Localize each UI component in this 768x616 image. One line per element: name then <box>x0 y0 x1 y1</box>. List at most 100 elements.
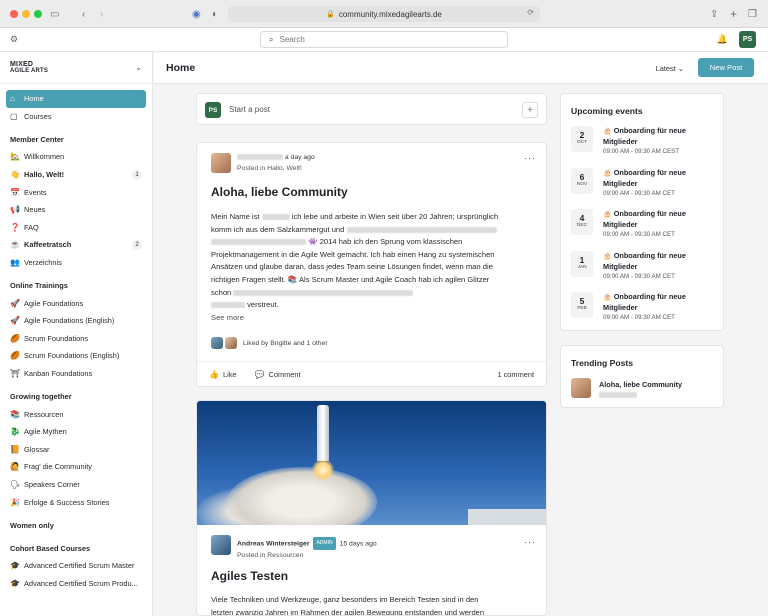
main-header: Home Latest ⌄ New Post <box>154 52 768 84</box>
event-month: FEB <box>577 306 587 311</box>
sidebar-item[interactable]: 🙋 Frag' die Community <box>0 458 152 476</box>
sidebar-item[interactable]: 🏉 Scrum Foundations (English) <box>0 347 152 365</box>
more-options-icon[interactable]: ··· <box>524 537 536 547</box>
privacy-icon[interactable]: ◉ <box>192 7 201 21</box>
post-title[interactable]: Aloha, liebe Community <box>211 185 348 199</box>
event-time: 09:00 AM - 09:30 AM CET <box>603 272 675 280</box>
event-item[interactable]: 4 DEC 🎂 Onboarding für neue Mitglieder 09:00… <box>571 207 721 243</box>
post-card: a day ago Posted in Hallo, Welt! ··· Alo… <box>196 142 547 387</box>
plus-icon[interactable]: + <box>522 102 538 118</box>
new-tab-icon[interactable]: + <box>730 7 737 21</box>
share-icon[interactable]: ⇪ <box>710 7 718 21</box>
posted-in[interactable]: Posted in Ressourcen <box>237 552 304 559</box>
sort-dropdown[interactable]: Latest ⌄ <box>656 64 684 73</box>
author-name[interactable]: Andreas Wintersteiger <box>237 540 309 547</box>
search-placeholder: Search <box>279 35 305 44</box>
chevron-down-icon[interactable]: ⌄ <box>135 63 142 72</box>
cake-icon: 🎂 <box>603 252 612 260</box>
sidebar-item[interactable]: 🏉 Scrum Foundations <box>0 330 152 348</box>
post-title[interactable]: Agiles Testen <box>211 569 288 583</box>
event-item[interactable]: 1 JAN 🎂 Onboarding für neue Mitglieder 09:00… <box>571 249 721 285</box>
sidebar-item[interactable]: 👥 Verzeichnis <box>0 254 152 272</box>
redacted <box>261 214 290 220</box>
like-button[interactable]: 👍 Like <box>209 370 237 379</box>
sidebar-item[interactable]: 🗣 Speakers Corner <box>0 476 152 494</box>
sidebar-item[interactable]: 🐉 Agile Mythen <box>0 423 152 441</box>
author-avatar[interactable] <box>211 153 231 173</box>
event-item[interactable]: 6 NOV 🎂 Onboarding für neue Mitglieder 09:00… <box>571 166 721 202</box>
sidebar-item[interactable]: 🏡 Willkommen <box>0 148 152 166</box>
space-emoji-icon: 🚀 <box>10 298 20 308</box>
liker-avatar <box>225 337 237 349</box>
shield-icon[interactable]: ◐ <box>212 7 218 21</box>
post-body: Viele Techniken und Werkzeuge, ganz beso… <box>211 594 536 615</box>
sidebar-section-heading[interactable]: Member Center <box>0 131 152 148</box>
event-item[interactable]: 2 OCT 🎂 Onboarding für neue Mitglieder 09:00… <box>571 124 721 160</box>
sidebar-item[interactable]: 🎓 Advanced Certified Scrum Master <box>0 557 152 575</box>
search-input[interactable]: ⌕ Search <box>260 31 508 48</box>
search-icon: ⌕ <box>269 34 274 44</box>
sidebar-item-label: FAQ <box>24 222 39 232</box>
comment-button[interactable]: 💬 Comment <box>255 370 301 379</box>
space-emoji-icon: 🏡 <box>10 152 20 162</box>
body-text: Mein Name ist <box>211 212 260 221</box>
body-text: schon <box>211 287 232 297</box>
sidebar-item-label: Kanban Foundations <box>24 369 93 379</box>
sidebar-toggle-icon[interactable]: ▭ <box>50 7 59 21</box>
sidebar-item[interactable]: 🎉 Erfolge & Success Stories <box>0 493 152 511</box>
sidebar-section-heading[interactable]: Women only <box>0 517 152 534</box>
sidebar-item[interactable]: ❓ FAQ <box>0 219 152 237</box>
sidebar-section-heading[interactable]: Online Trainings <box>0 277 152 294</box>
see-more-link[interactable]: See more <box>211 313 244 322</box>
start-post-placeholder: Start a post <box>229 105 270 114</box>
address-bar[interactable]: 🔒 community.mixedagilearts.de ⟳ <box>228 6 540 22</box>
more-options-icon[interactable]: ··· <box>524 153 536 163</box>
community-switcher[interactable]: MIXED AGILE ARTS ⌄ <box>0 52 152 84</box>
cake-icon: 🎂 <box>603 294 612 301</box>
forward-icon[interactable]: › <box>100 7 103 21</box>
sidebar-item-label: Home <box>24 94 44 104</box>
browser-toolbar: ▭ ‹ › ◉ ◐ 🔒 community.mixedagilearts.de … <box>0 0 768 28</box>
close-window-button[interactable] <box>10 10 18 18</box>
post-time: 15 days ago <box>339 540 377 548</box>
sidebar-item-home[interactable]: ⌂ Home <box>6 90 146 108</box>
sidebar-item[interactable]: 🎓 Advanced Certified Scrum Produ... <box>0 574 152 592</box>
back-icon[interactable]: ‹ <box>82 7 85 21</box>
sidebar-section-heading[interactable]: Growing together <box>0 388 152 405</box>
new-post-button[interactable]: New Post <box>698 58 754 77</box>
post-cover-image[interactable] <box>197 401 546 525</box>
sidebar-item-label: Agile Mythen <box>24 427 67 437</box>
settings-icon[interactable]: ⚙ <box>10 34 18 45</box>
sidebar-item[interactable]: 📙 Glossar <box>0 441 152 459</box>
body-text: Viele Techniken und Werkzeuge, ganz beso… <box>211 595 479 604</box>
sidebar-item[interactable]: ☕ Kaffeetratsch 2 <box>0 236 152 254</box>
comment-count[interactable]: 1 comment <box>497 370 534 379</box>
author-avatar[interactable] <box>211 535 231 555</box>
bell-icon[interactable]: 🔔 <box>717 34 728 45</box>
sidebar-item[interactable]: 📢 Neues <box>0 201 152 219</box>
sidebar-item-label: Verzeichnis <box>24 258 62 268</box>
space-emoji-icon: 🏉 <box>10 333 20 343</box>
event-item[interactable]: 5 FEB 🎂 Onboarding für neue Mitglieder 09:00… <box>571 290 721 326</box>
sidebar-item[interactable]: ⛩ Kanban Foundations <box>0 365 152 383</box>
tab-overview-icon[interactable]: ❐ <box>748 7 757 21</box>
sidebar-section-heading[interactable]: Cohort Based Courses <box>0 540 152 557</box>
body-text: komm ich aus dem Salzkammergut und <box>211 224 345 234</box>
user-avatar[interactable]: PS <box>739 31 756 48</box>
sidebar-item[interactable]: 📚 Ressourcen <box>0 405 152 423</box>
body-text: Ansätzen und glaube daran, dass jedes Te… <box>211 262 493 272</box>
sidebar-item[interactable]: 🚀 Agile Foundations <box>0 294 152 312</box>
reload-icon[interactable]: ⟳ <box>527 8 534 17</box>
event-day: 2 <box>579 130 585 140</box>
sidebar-item[interactable]: 📅 Events <box>0 183 152 201</box>
sidebar-item-courses[interactable]: ▢ Courses <box>0 108 152 126</box>
start-post-composer[interactable]: PS Start a post + <box>196 93 547 125</box>
post-meta: a day ago Posted in Hallo, Welt! <box>237 152 315 174</box>
posted-in[interactable]: Posted in Hallo, Welt! <box>237 165 302 172</box>
likes-summary[interactable]: Liked by Brigitte and 1 other <box>211 337 328 349</box>
home-icon: ⌂ <box>10 94 15 104</box>
sidebar-item[interactable]: 🚀 Agile Foundations (English) <box>0 312 152 330</box>
minimize-window-button[interactable] <box>22 10 30 18</box>
sidebar-item[interactable]: 👋 Hallo, Welt! 1 <box>0 166 152 184</box>
zoom-window-button[interactable] <box>34 10 42 18</box>
